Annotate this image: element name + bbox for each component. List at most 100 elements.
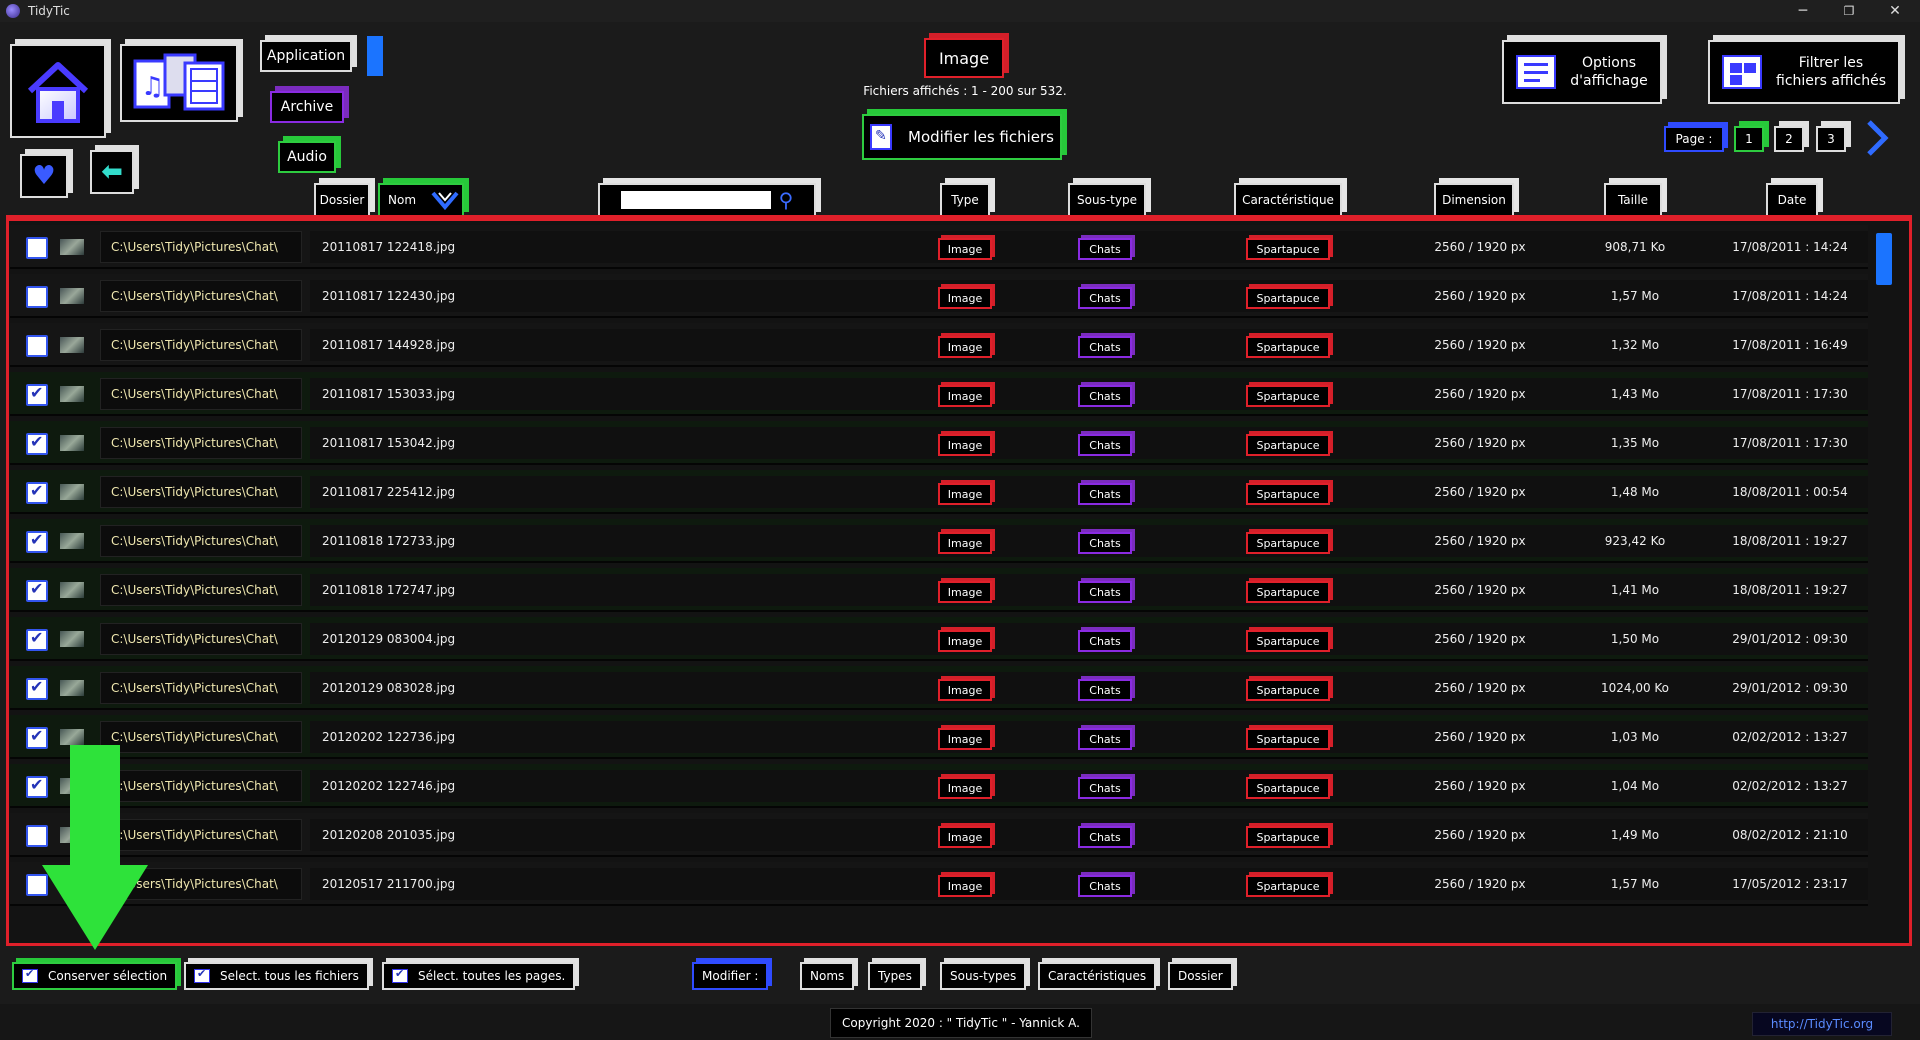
modify-characteristics-button[interactable]: Caractéristiques [1038, 962, 1157, 990]
row-type-tag[interactable]: Image [938, 238, 992, 260]
row-type-tag[interactable]: Image [938, 630, 992, 652]
row-checkbox[interactable] [26, 432, 48, 455]
table-row[interactable]: C:\Users\Tidy\Pictures\Chat\20120202 122… [10, 715, 1868, 759]
row-checkbox[interactable] [26, 481, 48, 504]
table-row[interactable]: C:\Users\Tidy\Pictures\Chat\ 20110817 122… [10, 274, 1868, 318]
table-row[interactable]: C:\Users\Tidy\Pictures\Chat\20120202 122… [10, 764, 1868, 808]
website-link[interactable]: http://TidyTic.org [1752, 1012, 1892, 1036]
modify-folder-button[interactable]: Dossier [1168, 962, 1233, 990]
nav-application[interactable]: Application [260, 40, 352, 72]
row-subtype-tag[interactable]: Chats [1078, 287, 1132, 309]
row-checkbox[interactable] [26, 335, 48, 357]
row-subtype-tag[interactable]: Chats [1078, 777, 1132, 799]
close-button[interactable]: ✕ [1872, 0, 1918, 22]
page-3-button[interactable]: 3 [1816, 126, 1846, 152]
modify-subtypes-button[interactable]: Sous-types [940, 962, 1027, 990]
nav-archive[interactable]: Archive [270, 91, 344, 123]
row-subtype-tag[interactable]: Chats [1078, 336, 1132, 358]
row-characteristic-tag[interactable]: Spartapuce [1246, 777, 1330, 799]
column-subtype[interactable]: Sous-type [1068, 183, 1146, 217]
row-characteristic-tag[interactable]: Spartapuce [1246, 679, 1330, 701]
back-button[interactable]: ⬅ [90, 150, 134, 194]
row-type-tag[interactable]: Image [938, 777, 992, 799]
display-options-button[interactable]: Options d'affichage [1502, 40, 1662, 104]
select-all-pages-button[interactable]: Sélect. toutes les pages. [382, 962, 576, 990]
row-subtype-tag[interactable]: Chats [1078, 826, 1132, 848]
table-row[interactable]: C:\Users\Tidy\Pictures\Chat\20120129 083… [10, 666, 1868, 710]
row-characteristic-tag[interactable]: Spartapuce [1246, 336, 1330, 358]
table-row[interactable]: C:\Users\Tidy\Pictures\Chat\20120129 083… [10, 617, 1868, 661]
column-dimension[interactable]: Dimension [1434, 183, 1514, 217]
row-checkbox[interactable] [26, 237, 48, 259]
table-row[interactable]: C:\Users\Tidy\Pictures\Chat\ 20110817 122… [10, 225, 1868, 269]
row-subtype-tag[interactable]: Chats [1078, 581, 1132, 603]
favorites-button[interactable]: ♥ [20, 154, 68, 198]
nav-audio[interactable]: Audio [278, 141, 336, 173]
row-type-tag[interactable]: Image [938, 679, 992, 701]
table-row[interactable]: C:\Users\Tidy\Pictures\Chat\ 20120208 201… [10, 813, 1868, 857]
row-characteristic-tag[interactable]: Spartapuce [1246, 238, 1330, 260]
table-row[interactable]: C:\Users\Tidy\Pictures\Chat\ 20120517 211… [10, 862, 1868, 906]
minimize-button[interactable]: ─ [1780, 0, 1826, 22]
page-2-button[interactable]: 2 [1774, 126, 1804, 152]
row-type-tag[interactable]: Image [938, 826, 992, 848]
row-checkbox[interactable] [26, 628, 48, 651]
row-subtype-tag[interactable]: Chats [1078, 434, 1132, 456]
column-date[interactable]: Date [1766, 183, 1818, 217]
row-type-tag[interactable]: Image [938, 336, 992, 358]
row-type-tag[interactable]: Image [938, 483, 992, 505]
next-page-button[interactable] [1864, 118, 1890, 158]
row-checkbox[interactable] [26, 383, 48, 406]
column-name[interactable]: Nom [378, 183, 464, 217]
row-characteristic-tag[interactable]: Spartapuce [1246, 532, 1330, 554]
row-characteristic-tag[interactable]: Spartapuce [1246, 483, 1330, 505]
row-type-tag[interactable]: Image [938, 434, 992, 456]
row-type-tag[interactable]: Image [938, 728, 992, 750]
modify-types-button[interactable]: Types [868, 962, 922, 990]
page-1-button[interactable]: 1 [1734, 126, 1764, 152]
vertical-scrollbar[interactable] [1876, 233, 1892, 285]
row-characteristic-tag[interactable]: Spartapuce [1246, 875, 1330, 897]
column-size[interactable]: Taille [1604, 183, 1662, 217]
search-box[interactable]: ⚲ [598, 183, 816, 217]
home-button[interactable] [10, 44, 106, 138]
table-row[interactable]: C:\Users\Tidy\Pictures\Chat\20110817 153… [10, 372, 1868, 416]
row-type-tag[interactable]: Image [938, 532, 992, 554]
column-folder[interactable]: Dossier [314, 183, 370, 217]
row-subtype-tag[interactable]: Chats [1078, 630, 1132, 652]
table-row[interactable]: C:\Users\Tidy\Pictures\Chat\20110818 172… [10, 519, 1868, 563]
modify-names-button[interactable]: Noms [800, 962, 855, 990]
row-subtype-tag[interactable]: Chats [1078, 875, 1132, 897]
row-characteristic-tag[interactable]: Spartapuce [1246, 728, 1330, 750]
column-type[interactable]: Type [940, 183, 990, 217]
current-category-badge[interactable]: Image [924, 38, 1004, 78]
row-characteristic-tag[interactable]: Spartapuce [1246, 287, 1330, 309]
row-subtype-tag[interactable]: Chats [1078, 238, 1132, 260]
row-characteristic-tag[interactable]: Spartapuce [1246, 630, 1330, 652]
select-all-files-button[interactable]: Select. tous les fichiers [184, 962, 369, 990]
table-row[interactable]: C:\Users\Tidy\Pictures\Chat\20110817 153… [10, 421, 1868, 465]
column-characteristic[interactable]: Caractéristique [1234, 183, 1342, 217]
modify-files-button[interactable]: ✎ Modifier les fichiers [862, 114, 1062, 160]
filter-files-button[interactable]: Filtrer les fichiers affichés [1708, 40, 1900, 104]
row-type-tag[interactable]: Image [938, 875, 992, 897]
row-checkbox[interactable] [26, 579, 48, 602]
row-subtype-tag[interactable]: Chats [1078, 728, 1132, 750]
search-icon[interactable]: ⚲ [779, 190, 794, 210]
row-characteristic-tag[interactable]: Spartapuce [1246, 581, 1330, 603]
restore-button[interactable]: ❐ [1826, 0, 1872, 22]
table-row[interactable]: C:\Users\Tidy\Pictures\Chat\20110818 172… [10, 568, 1868, 612]
row-checkbox[interactable] [26, 530, 48, 553]
row-subtype-tag[interactable]: Chats [1078, 679, 1132, 701]
table-row[interactable]: C:\Users\Tidy\Pictures\Chat\ 20110817 144… [10, 323, 1868, 367]
media-button[interactable]: ♫ [120, 44, 238, 122]
keep-selection-button[interactable]: Conserver sélection [12, 962, 178, 990]
row-characteristic-tag[interactable]: Spartapuce [1246, 434, 1330, 456]
row-type-tag[interactable]: Image [938, 385, 992, 407]
row-checkbox[interactable] [26, 286, 48, 308]
row-characteristic-tag[interactable]: Spartapuce [1246, 826, 1330, 848]
row-type-tag[interactable]: Image [938, 287, 992, 309]
row-characteristic-tag[interactable]: Spartapuce [1246, 385, 1330, 407]
table-row[interactable]: C:\Users\Tidy\Pictures\Chat\20110817 225… [10, 470, 1868, 514]
row-subtype-tag[interactable]: Chats [1078, 532, 1132, 554]
